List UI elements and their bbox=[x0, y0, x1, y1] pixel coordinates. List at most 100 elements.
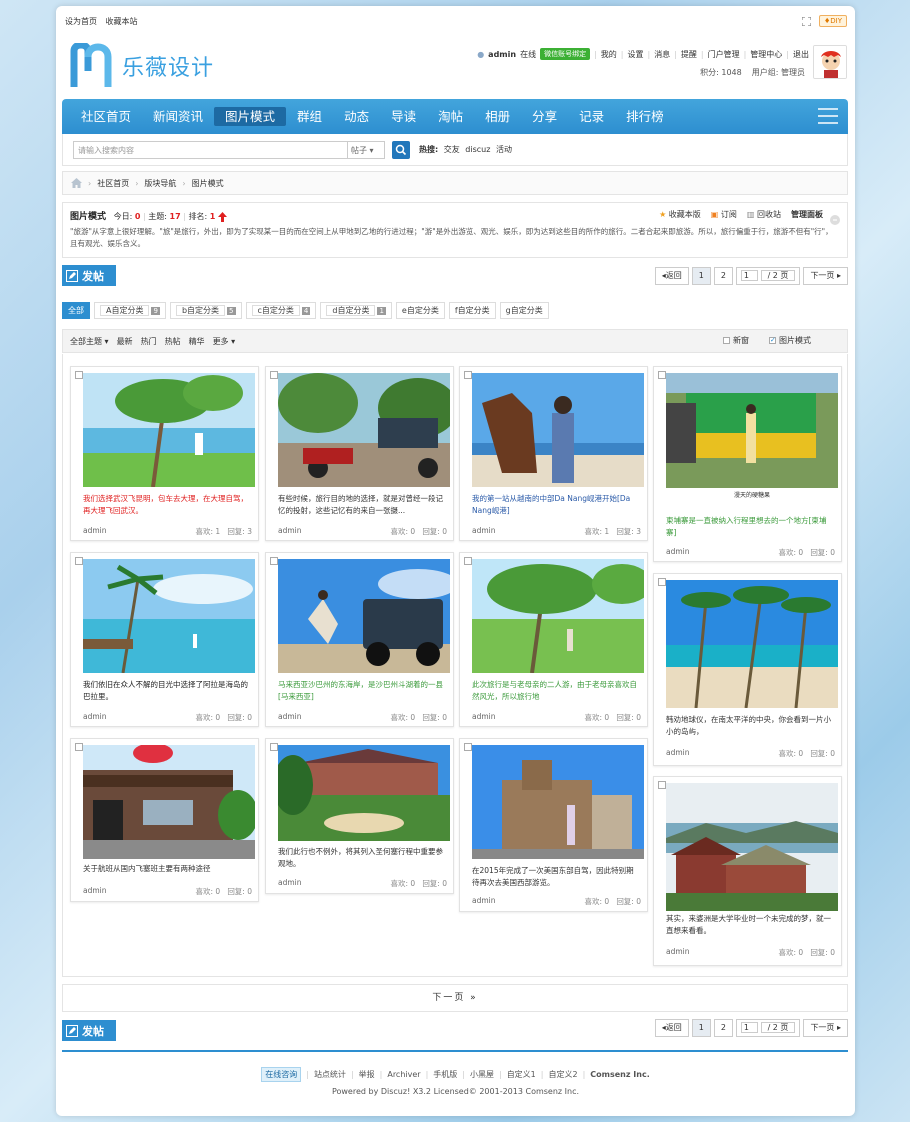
home-icon[interactable] bbox=[71, 178, 82, 188]
thread-card[interactable]: 有些时候，旅行目的地的选择，就是对曾经一段记忆的投射，这些记忆有的来自一张摄..… bbox=[265, 366, 454, 541]
hot-keyword[interactable]: discuz bbox=[465, 145, 490, 154]
breadcrumb-item[interactable]: 图片模式 bbox=[192, 178, 224, 189]
thread-title[interactable]: 我的第一站从越南的中部Da Nang岘港开始[Da Nang岘港] bbox=[472, 493, 641, 517]
footer-link[interactable]: 自定义2 bbox=[548, 1069, 577, 1080]
new-window-toggle[interactable]: 新窗 bbox=[723, 335, 749, 346]
thread-author[interactable]: admin bbox=[472, 712, 496, 723]
thread-checkbox[interactable] bbox=[270, 371, 278, 379]
thread-checkbox[interactable] bbox=[75, 557, 83, 565]
back-button[interactable]: ◂返回 bbox=[654, 1019, 689, 1037]
search-type-select[interactable]: 帖子 ▾ bbox=[347, 141, 385, 159]
thread-card[interactable]: 在2015年完成了一次美国东部自驾，因此特别期待再次去美国西部游览。 admin… bbox=[459, 738, 648, 912]
thread-card[interactable]: 韩劝地球仪，在南太平洋的中央，你会看到一片小小的岛屿， admin 喜欢: 0 回… bbox=[653, 573, 842, 766]
thread-card[interactable]: 马来西亚沙巴州的东海岸，是沙巴州斗湖着的一县[马来西亚] admin 喜欢: 0 … bbox=[265, 552, 454, 727]
page-1[interactable]: 1 bbox=[691, 1019, 711, 1037]
thread-card[interactable]: 我的第一站从越南的中部Da Nang岘港开始[Da Nang岘港] admin 喜… bbox=[459, 366, 648, 541]
filter-hot-posts[interactable]: 热帖 bbox=[165, 336, 181, 347]
thread-author[interactable]: admin bbox=[83, 886, 107, 897]
filter-latest[interactable]: 最新 bbox=[117, 336, 133, 347]
thread-title[interactable]: 我们依旧在众人不解的目光中选择了阿拉是海岛的巴拉里。 bbox=[83, 679, 252, 703]
thread-checkbox[interactable] bbox=[270, 557, 278, 565]
thread-author[interactable]: admin bbox=[278, 712, 302, 723]
nav-item-collections[interactable]: 淘帖 bbox=[427, 107, 474, 126]
thread-card[interactable]: 关于航班从国内飞塞班主要有两种途径 admin 喜欢: 0 回复: 0 bbox=[70, 738, 259, 902]
thread-title[interactable]: 此次旅行是与老母亲的二人游，由于老母亲喜欢自然风光，所以旅行地 bbox=[472, 679, 641, 703]
page-2[interactable]: 2 bbox=[713, 267, 733, 285]
thread-title[interactable]: 我们选择武汉飞昆明，包车去大理，在大理自驾，再大理飞回武汉。 bbox=[83, 493, 252, 517]
breadcrumb-item[interactable]: 版块导航 bbox=[144, 178, 176, 189]
favorite-forum-button[interactable]: ★ 收藏本版 bbox=[659, 209, 701, 220]
thread-thumbnail[interactable] bbox=[666, 580, 838, 708]
thread-title[interactable]: 有些时候，旅行目的地的选择，就是对曾经一段记忆的投射，这些记忆有的来自一张摄..… bbox=[278, 493, 447, 517]
nav-item-picture-mode[interactable]: 图片模式 bbox=[214, 107, 287, 126]
remind-link[interactable]: 提醒 bbox=[681, 49, 697, 60]
thread-thumbnail[interactable]: 漫天的硬糖果 bbox=[666, 373, 838, 509]
picture-mode-toggle[interactable]: ✓ 图片模式 bbox=[769, 335, 811, 346]
thread-checkbox[interactable] bbox=[658, 578, 666, 586]
filter-hot[interactable]: 热门 bbox=[141, 336, 157, 347]
thread-checkbox[interactable] bbox=[464, 371, 472, 379]
thread-thumbnail[interactable] bbox=[472, 373, 644, 487]
diy-button[interactable]: ♦DIY bbox=[818, 15, 847, 27]
thread-thumbnail[interactable] bbox=[83, 373, 255, 487]
thread-title[interactable]: 马来西亚沙巴州的东海岸，是沙巴州斗湖着的一县[马来西亚] bbox=[278, 679, 447, 703]
site-logo[interactable]: 乐薇设计 bbox=[70, 43, 214, 89]
tab-category[interactable]: e自定分类 bbox=[395, 302, 445, 319]
tab-all[interactable]: 全部 bbox=[62, 302, 90, 319]
thread-checkbox[interactable] bbox=[464, 557, 472, 565]
thread-author[interactable]: admin bbox=[83, 526, 107, 537]
wechat-bind-button[interactable]: 微信账号绑定 bbox=[540, 48, 591, 60]
thread-thumbnail[interactable] bbox=[278, 745, 450, 841]
thread-author[interactable]: admin bbox=[666, 947, 690, 958]
logout-link[interactable]: 退出 bbox=[793, 49, 809, 60]
nav-item-share[interactable]: 分享 bbox=[521, 107, 568, 126]
username-link[interactable]: admin bbox=[488, 50, 516, 59]
search-input[interactable]: 请输入搜索内容 bbox=[73, 141, 348, 159]
search-button[interactable] bbox=[392, 141, 410, 159]
thread-author[interactable]: admin bbox=[278, 878, 302, 889]
footer-link[interactable]: 举报 bbox=[359, 1069, 375, 1080]
footer-link[interactable]: Comsenz Inc. bbox=[590, 1070, 649, 1079]
thread-title[interactable]: 我们此行也不例外，将其列入圣何塞行程中重要参观地。 bbox=[278, 846, 447, 870]
page-input[interactable]: 1 / 2 页 bbox=[735, 267, 801, 285]
thread-thumbnail[interactable] bbox=[472, 559, 644, 673]
tab-category[interactable]: d自定分类 1 bbox=[320, 302, 392, 319]
admin-panel-button[interactable]: 管理面板 bbox=[791, 209, 823, 220]
post-button[interactable]: 发帖 bbox=[62, 265, 116, 286]
collapse-icon[interactable] bbox=[830, 215, 840, 225]
thread-title[interactable]: 韩劝地球仪，在南太平洋的中央，你会看到一片小小的岛屿， bbox=[666, 714, 835, 738]
points[interactable]: 积分: 1048 bbox=[700, 67, 742, 78]
next-page-bar[interactable]: 下一页 » bbox=[62, 984, 848, 1012]
thread-checkbox[interactable] bbox=[75, 743, 83, 751]
checkbox[interactable] bbox=[723, 337, 730, 344]
checkbox-checked[interactable]: ✓ bbox=[769, 337, 776, 344]
footer-link[interactable]: Archiver bbox=[387, 1070, 420, 1079]
footer-link[interactable]: 手机版 bbox=[433, 1069, 457, 1080]
tab-category[interactable]: g自定分类 bbox=[499, 302, 549, 319]
thread-thumbnail[interactable] bbox=[666, 783, 838, 911]
thread-author[interactable]: admin bbox=[472, 896, 496, 907]
page-1[interactable]: 1 bbox=[691, 267, 711, 285]
tab-category[interactable]: b自定分类 5 bbox=[169, 302, 242, 319]
nav-item-records[interactable]: 记录 bbox=[568, 107, 615, 126]
thread-title[interactable]: 柬埔寨是一直被纳入行程里想去的一个地方[柬埔寨] bbox=[666, 515, 835, 539]
filter-all-topics[interactable]: 全部主题 ▾ bbox=[70, 336, 109, 347]
back-button[interactable]: ◂返回 bbox=[654, 267, 689, 285]
fullscreen-icon[interactable] bbox=[801, 16, 811, 26]
thread-author[interactable]: admin bbox=[666, 748, 690, 759]
thread-title[interactable]: 在2015年完成了一次美国东部自驾，因此特别期待再次去美国西部游览。 bbox=[472, 865, 641, 889]
user-group[interactable]: 用户组: 管理员 bbox=[752, 67, 805, 78]
thread-thumbnail[interactable] bbox=[278, 373, 450, 487]
nav-item-album[interactable]: 相册 bbox=[474, 107, 521, 126]
footer-link[interactable]: 站点统计 bbox=[314, 1069, 346, 1080]
tab-category[interactable]: c自定分类 4 bbox=[245, 302, 317, 319]
thread-card[interactable]: 我们此行也不例外，将其列入圣何塞行程中重要参观地。 admin 喜欢: 0 回复:… bbox=[265, 738, 454, 894]
hot-keyword[interactable]: 活动 bbox=[496, 145, 512, 154]
hot-keyword[interactable]: 交友 bbox=[444, 145, 460, 154]
thread-card[interactable]: 漫天的硬糖果 柬埔寨是一直被纳入行程里想去的一个地方[柬埔寨] admin 喜欢:… bbox=[653, 366, 842, 562]
post-button-bottom[interactable]: 发帖 bbox=[62, 1020, 116, 1041]
thread-thumbnail[interactable] bbox=[278, 559, 450, 673]
tab-category[interactable]: A自定分类 9 bbox=[94, 302, 166, 319]
portal-admin-link[interactable]: 门户管理 bbox=[708, 49, 740, 60]
thread-checkbox[interactable] bbox=[658, 371, 666, 379]
